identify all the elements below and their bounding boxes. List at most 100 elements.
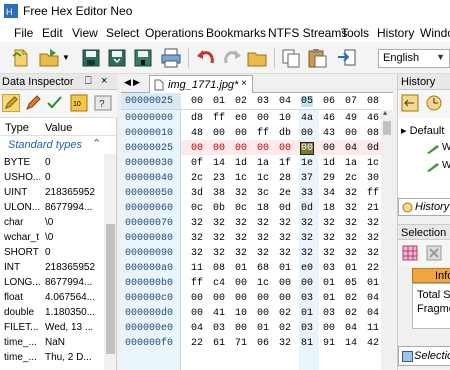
scroll-up-icon[interactable]: ▲ bbox=[383, 110, 387, 118]
inspector-row[interactable]: time_... NaN bbox=[0, 336, 104, 351]
hex-byte[interactable]: 1a bbox=[345, 158, 357, 169]
hex-byte[interactable]: 2c bbox=[191, 173, 203, 184]
hex-row[interactable]: 00000000 d8 ff e0 00 10 4a 46 49 46 bbox=[121, 111, 381, 126]
folder-open-icon[interactable] bbox=[38, 47, 60, 69]
hex-byte[interactable]: 32 bbox=[235, 248, 247, 259]
menu-edit[interactable]: Edit bbox=[42, 26, 63, 40]
hex-byte[interactable]: 03 bbox=[323, 263, 335, 274]
tab-history[interactable]: History bbox=[398, 198, 450, 216]
tab-selection[interactable]: Selection bbox=[398, 346, 450, 366]
hex-byte[interactable]: 01 bbox=[257, 323, 269, 334]
inspector-row[interactable]: double 1.180350... bbox=[0, 306, 104, 321]
hex-byte[interactable]: 00 bbox=[213, 128, 225, 139]
menu-view[interactable]: View bbox=[72, 26, 98, 40]
hex-byte[interactable]: 01 bbox=[301, 308, 313, 319]
hex-byte[interactable]: 04 bbox=[345, 323, 357, 334]
menu-file[interactable]: File bbox=[14, 26, 33, 40]
pin-icon[interactable]: ⎕ bbox=[85, 75, 92, 88]
hex-byte[interactable]: 46 bbox=[367, 113, 379, 124]
hex-byte[interactable]: 32 bbox=[301, 248, 313, 259]
hex-byte[interactable]: 32 bbox=[301, 233, 313, 244]
tab-scroll-right-icon[interactable]: ▶ bbox=[133, 77, 140, 88]
hex-byte[interactable]: 32 bbox=[367, 218, 379, 229]
inspector-row[interactable]: FILET... Wed, 13 ... bbox=[0, 321, 104, 336]
inspector-row[interactable]: SHORT 0 bbox=[0, 246, 104, 261]
hex-byte[interactable]: 32 bbox=[323, 233, 335, 244]
menu-tools[interactable]: Tools bbox=[341, 26, 369, 40]
close-icon[interactable]: × bbox=[101, 75, 107, 87]
info-section-header[interactable]: Info bbox=[412, 268, 450, 283]
menu-history[interactable]: History bbox=[377, 26, 414, 40]
hex-byte[interactable]: 01 bbox=[323, 293, 335, 304]
hex-byte[interactable]: 05 bbox=[345, 278, 357, 289]
tab-document[interactable]: img_1771.jpg* × bbox=[149, 75, 253, 94]
hex-byte[interactable]: 00 bbox=[235, 278, 247, 289]
hex-byte[interactable]: 00 bbox=[235, 293, 247, 304]
inspector-row[interactable]: LONG... 8677994... bbox=[0, 276, 104, 291]
hex-byte[interactable]: 00 bbox=[279, 278, 291, 289]
hex-byte[interactable]: 2c bbox=[345, 173, 357, 184]
hex-byte[interactable]: 0c bbox=[191, 203, 203, 214]
encoding-select[interactable]: English ▼ bbox=[378, 49, 450, 68]
hex-byte[interactable]: 00 bbox=[257, 113, 269, 124]
hex-byte[interactable]: 1c bbox=[367, 158, 379, 169]
hex-byte[interactable]: 32 bbox=[367, 233, 379, 244]
hex-byte[interactable]: 11 bbox=[367, 323, 379, 334]
hex-byte[interactable]: 32 bbox=[367, 248, 379, 259]
hex-byte[interactable]: 43 bbox=[323, 128, 335, 139]
hex-byte[interactable]: 0b bbox=[213, 203, 225, 214]
hex-byte[interactable]: 32 bbox=[257, 248, 269, 259]
hex-byte[interactable]: 10 bbox=[279, 113, 291, 124]
hex-byte[interactable]: 00 bbox=[235, 143, 247, 154]
hex-row[interactable]: 000000b0 ff c4 00 1c 00 00 01 05 01 bbox=[121, 276, 381, 291]
hex-byte[interactable]: 1a bbox=[257, 158, 269, 169]
hex-view[interactable]: 00000025 00 01 02 03 04 05 06 07 08 0000… bbox=[121, 93, 393, 370]
hex-byte[interactable]: 00 bbox=[191, 308, 203, 319]
hex-byte[interactable]: 32 bbox=[345, 203, 357, 214]
hex-byte[interactable]: 04 bbox=[191, 323, 203, 334]
inspector-row[interactable]: float 4.067564... bbox=[0, 291, 104, 306]
hex-byte[interactable]: 1c bbox=[235, 173, 247, 184]
hex-byte[interactable]: 23 bbox=[213, 173, 225, 184]
hex-byte[interactable]: 1f bbox=[279, 158, 291, 169]
hex-byte[interactable]: 0f bbox=[191, 158, 203, 169]
hex-row[interactable]: 00000060 0c 0b 0c 18 0d 0d 18 32 21 bbox=[121, 201, 381, 216]
hex-byte[interactable]: 32 bbox=[345, 188, 357, 199]
hex-byte[interactable]: 41 bbox=[213, 308, 225, 319]
hex-byte[interactable]: 32 bbox=[301, 218, 313, 229]
delete-icon[interactable] bbox=[426, 245, 442, 261]
tab-scroll-left-icon[interactable]: ◀ bbox=[124, 77, 131, 88]
hex-byte[interactable]: 3d bbox=[191, 188, 203, 199]
hex-byte[interactable]: 01 bbox=[279, 263, 291, 274]
hex-byte[interactable]: 33 bbox=[301, 188, 313, 199]
hex-byte[interactable]: 32 bbox=[191, 218, 203, 229]
hex-byte[interactable]: 11 bbox=[191, 263, 203, 274]
hex-byte[interactable]: 32 bbox=[323, 218, 335, 229]
hex-row[interactable]: 00000080 32 32 32 32 32 32 32 32 32 bbox=[121, 231, 381, 246]
hex-byte[interactable]: 1d bbox=[235, 158, 247, 169]
close-icon[interactable]: × bbox=[241, 78, 247, 89]
redo-icon[interactable] bbox=[221, 47, 243, 69]
hex-byte[interactable]: 68 bbox=[257, 263, 269, 274]
hex-byte[interactable]: 01 bbox=[323, 278, 335, 289]
hex-byte[interactable]: 48 bbox=[191, 128, 203, 139]
hex-byte-cursor[interactable]: 00 bbox=[299, 142, 315, 155]
hex-byte[interactable]: 32 bbox=[279, 233, 291, 244]
hex-byte[interactable]: 32 bbox=[279, 248, 291, 259]
hex-byte[interactable]: 02 bbox=[345, 293, 357, 304]
hex-byte[interactable]: 30 bbox=[367, 173, 379, 184]
hex-byte[interactable]: 32 bbox=[235, 233, 247, 244]
hex-byte[interactable]: 4a bbox=[301, 113, 313, 124]
hex-byte[interactable]: 00 bbox=[257, 308, 269, 319]
edit-pen-icon[interactable] bbox=[2, 94, 20, 112]
history-entry[interactable]: W bbox=[442, 160, 450, 171]
save-all-icon[interactable] bbox=[106, 47, 128, 69]
hex-byte[interactable]: 71 bbox=[235, 338, 247, 349]
hex-byte[interactable]: 32 bbox=[213, 218, 225, 229]
menu-ntfs-streams[interactable]: NTFS Streams bbox=[268, 26, 347, 40]
hex-byte[interactable]: 14 bbox=[213, 158, 225, 169]
hex-scrollbar[interactable] bbox=[381, 110, 393, 370]
hex-byte[interactable]: 00 bbox=[213, 293, 225, 304]
hex-byte[interactable]: 32 bbox=[323, 248, 335, 259]
hex-byte[interactable]: 37 bbox=[301, 173, 313, 184]
